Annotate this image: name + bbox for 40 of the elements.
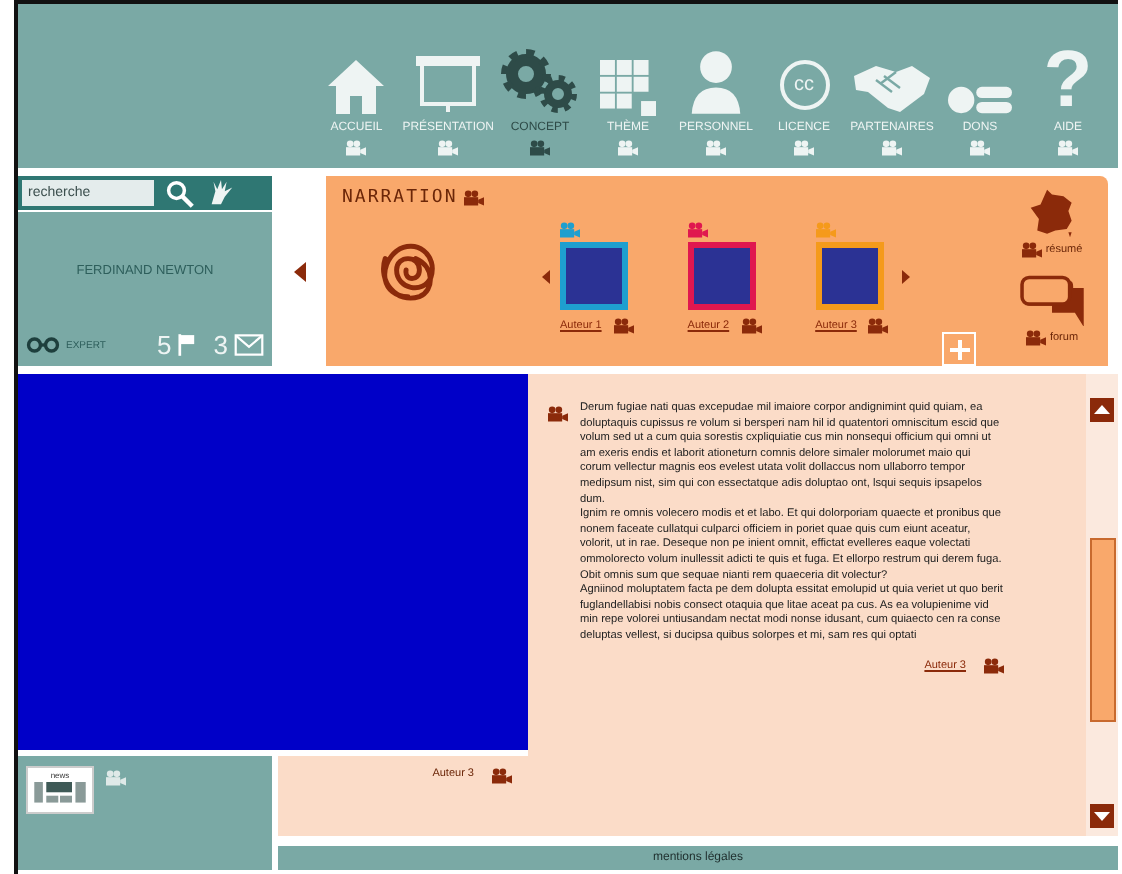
flag-icon <box>177 334 196 356</box>
video-thumbnail[interactable] <box>815 241 884 309</box>
previous-arrow-icon[interactable] <box>542 270 550 284</box>
gears-icon <box>500 48 580 116</box>
previous-arrow-icon[interactable] <box>293 261 305 281</box>
glasses-icon <box>26 336 60 354</box>
next-arrow-icon[interactable] <box>902 270 911 284</box>
video-thumbnail[interactable] <box>560 241 628 309</box>
envelope-icon <box>234 334 264 356</box>
grid-icon <box>600 60 656 116</box>
help-icon: ? <box>1043 44 1093 116</box>
map-icon[interactable] <box>1026 188 1078 238</box>
house-icon <box>326 56 387 116</box>
camera-icon[interactable] <box>548 406 568 422</box>
camera-icon[interactable] <box>492 768 512 784</box>
video-thumbnail[interactable] <box>687 241 756 309</box>
camera-icon[interactable] <box>868 317 889 333</box>
camera-icon[interactable] <box>613 317 634 333</box>
hand-icon[interactable] <box>206 178 236 208</box>
handshake-icon <box>852 60 932 116</box>
camera-icon[interactable] <box>984 657 1004 673</box>
flag-count: 5 <box>157 330 172 360</box>
scroll-down-icon[interactable] <box>1090 804 1114 828</box>
camera-icon[interactable] <box>463 190 484 206</box>
plus-icon <box>949 339 969 359</box>
camera-icon[interactable] <box>741 317 762 333</box>
message-count: 3 <box>213 330 228 360</box>
camera-icon[interactable] <box>1021 241 1042 258</box>
scroll-up-icon[interactable] <box>1090 398 1114 422</box>
scrollbar-thumb[interactable] <box>1089 538 1115 722</box>
person-icon <box>688 48 744 116</box>
projector-screen-icon <box>416 56 481 116</box>
camera-icon[interactable] <box>1025 330 1046 346</box>
coins-icon <box>948 84 1012 116</box>
section-title: NARRATION <box>342 188 458 208</box>
camera-icon[interactable] <box>530 140 550 156</box>
scrollbar[interactable] <box>1086 374 1118 836</box>
licence-icon: cc <box>779 60 829 110</box>
page-layout-drawing <box>32 782 88 806</box>
search-icon[interactable] <box>166 179 194 207</box>
